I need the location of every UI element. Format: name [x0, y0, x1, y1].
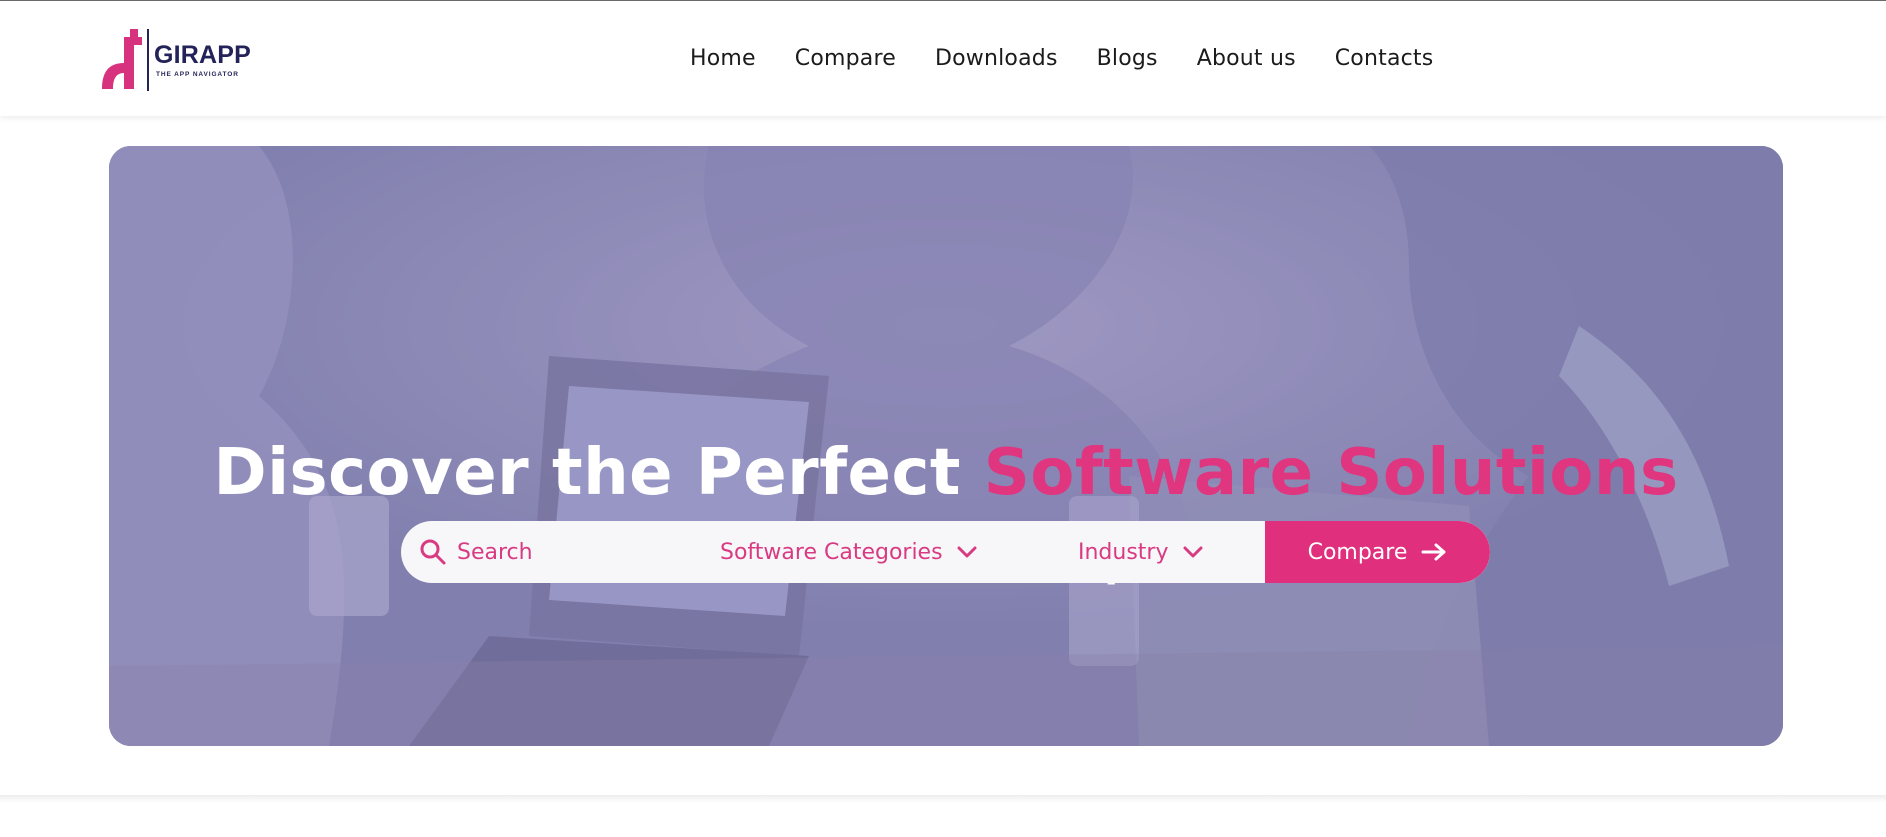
nav-blogs[interactable]: Blogs: [1097, 46, 1158, 71]
software-categories-dropdown[interactable]: Software Categories: [720, 521, 977, 583]
search-field[interactable]: Search: [419, 521, 533, 583]
nav-about-us[interactable]: About us: [1197, 46, 1296, 71]
site-header: GIRAPP THE APP NAVIGATOR Home Compare Do…: [0, 1, 1886, 116]
nav-compare[interactable]: Compare: [795, 46, 896, 71]
compare-button-label: Compare: [1307, 539, 1408, 565]
hero-title-prefix: Discover the Perfect: [213, 436, 984, 510]
industry-label: Industry: [1078, 539, 1169, 565]
hero-banner: Discover the Perfect Software Solutions …: [109, 146, 1783, 746]
section-divider: [0, 795, 1886, 803]
nav-contacts[interactable]: Contacts: [1335, 46, 1434, 71]
logo-divider: [147, 29, 149, 91]
nav-home[interactable]: Home: [690, 46, 756, 71]
software-categories-label: Software Categories: [720, 539, 943, 565]
search-bar: Search Software Categories Industry Comp…: [401, 521, 1490, 583]
main-nav: Home Compare Downloads Blogs About us Co…: [690, 1, 1433, 116]
arrow-right-icon: [1421, 543, 1447, 561]
hero-title: Discover the Perfect Software Solutions: [109, 436, 1783, 510]
chevron-down-icon: [1183, 545, 1203, 559]
logo-tagline: THE APP NAVIGATOR: [156, 71, 239, 78]
search-input[interactable]: Search: [457, 540, 533, 565]
compare-button[interactable]: Compare: [1265, 521, 1490, 583]
search-icon: [419, 538, 447, 566]
hero-title-accent: Software Solutions: [983, 436, 1679, 510]
site-logo[interactable]: GIRAPP THE APP NAVIGATOR: [102, 27, 262, 93]
logo-wordmark: GIRAPP: [154, 41, 252, 69]
nav-downloads[interactable]: Downloads: [935, 46, 1058, 71]
chevron-down-icon: [957, 545, 977, 559]
girapp-logo-mark: [102, 29, 142, 89]
industry-dropdown[interactable]: Industry: [1078, 521, 1203, 583]
